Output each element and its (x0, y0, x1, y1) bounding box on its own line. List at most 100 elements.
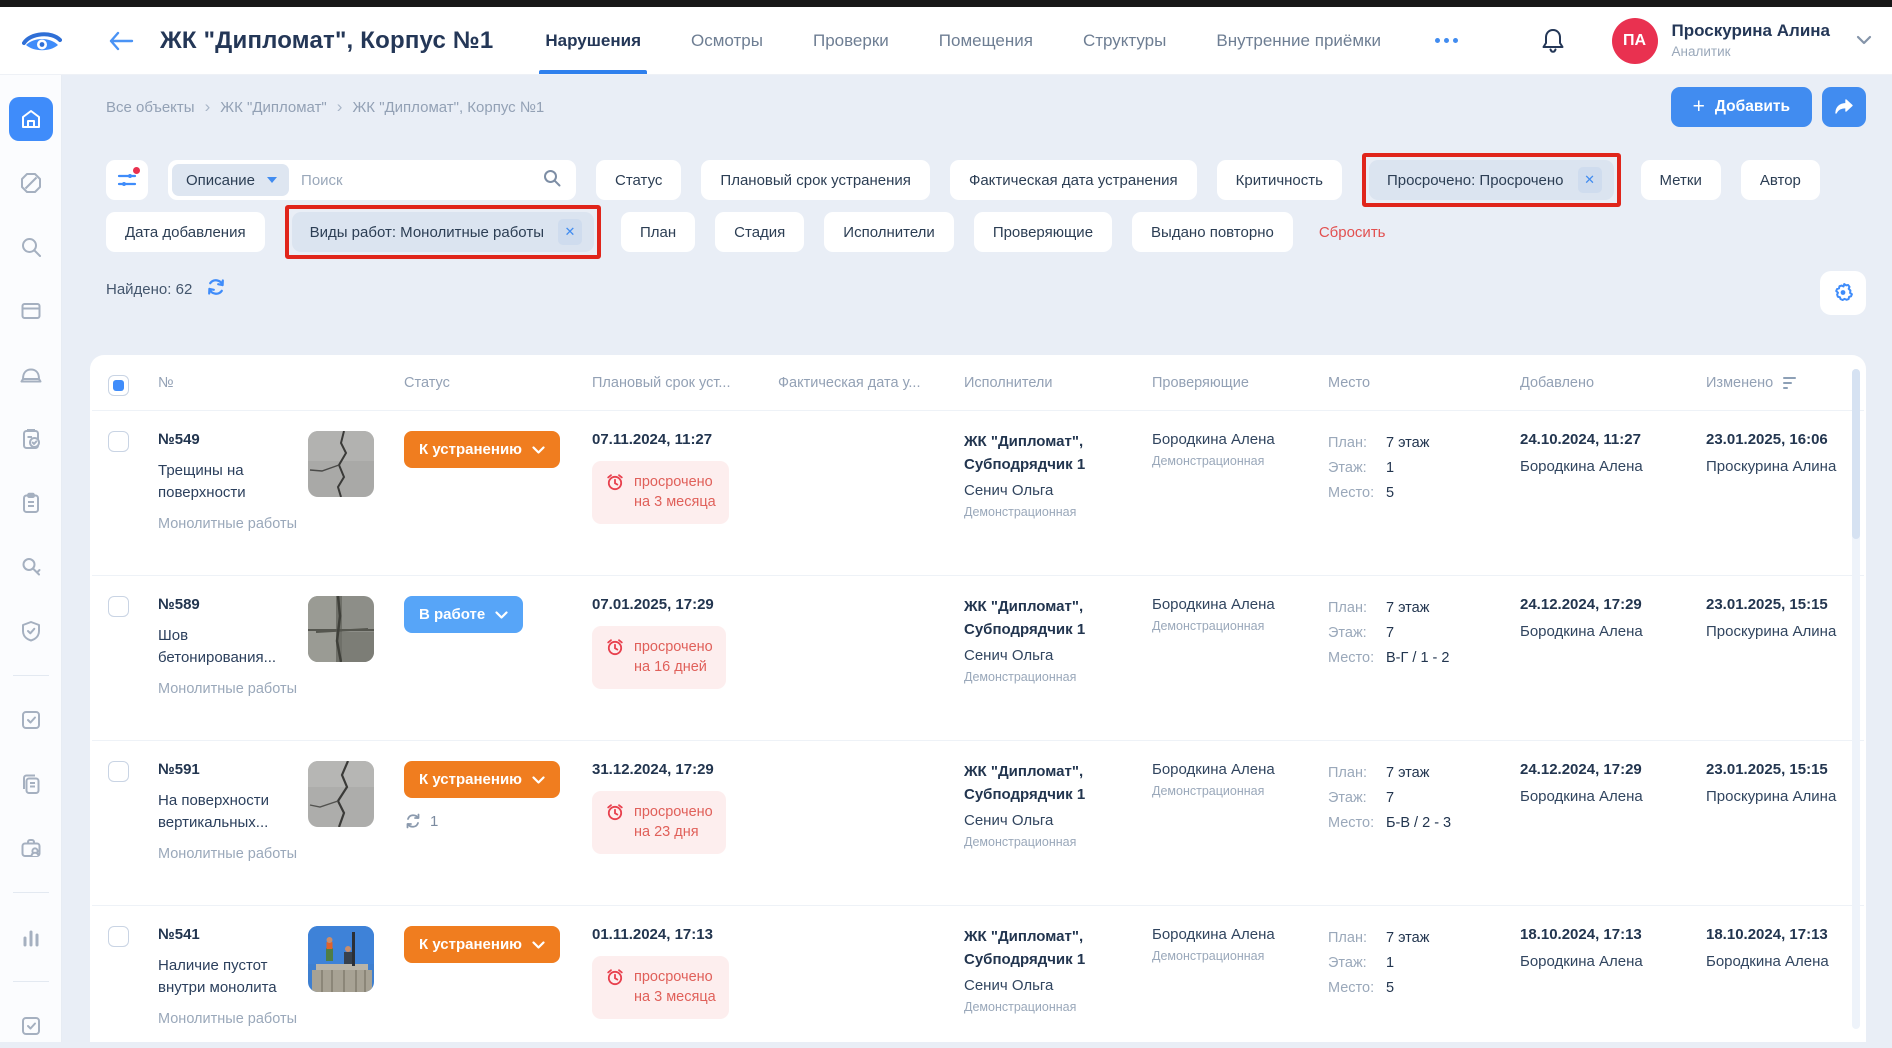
add-button[interactable]: Добавить (1671, 87, 1812, 127)
remove-filter-x-icon[interactable] (558, 219, 582, 245)
violation-number[interactable]: №541 (158, 926, 308, 943)
table-scrollbar-thumb[interactable] (1852, 369, 1860, 539)
filter-status-button[interactable]: Статус (596, 160, 681, 200)
more-tabs-ellipsis-icon[interactable] (1427, 30, 1466, 51)
table-row[interactable]: №591 На поверхности вертикальных... Моно… (92, 740, 1864, 905)
user-info[interactable]: Проскурина Алина Аналитик (1672, 20, 1831, 60)
executor-organization: ЖК "Дипломат", Субподрядчик 1 (964, 431, 1152, 476)
column-header-status[interactable]: Статус (404, 375, 592, 391)
filter-reissued-button[interactable]: Выдано повторно (1132, 212, 1293, 252)
filter-planned-date-button[interactable]: Плановый срок устранения (701, 160, 930, 200)
table-row[interactable]: №549 Трещины на поверхности Монолитные р… (92, 410, 1864, 575)
violation-title[interactable]: Шов бетонирования... (158, 625, 308, 669)
row-checkbox[interactable] (108, 596, 129, 617)
reset-filters-button[interactable]: Сбросить (1319, 224, 1386, 241)
column-header-changed[interactable]: Изменено (1706, 375, 1773, 391)
topbar-right-group: ПА Проскурина Алина Аналитик (1538, 18, 1873, 64)
breadcrumb-all-objects[interactable]: Все объекты (106, 99, 195, 116)
sidebar-item-home[interactable] (9, 97, 53, 141)
back-button[interactable] (104, 24, 138, 58)
column-header-executors[interactable]: Исполнители (964, 375, 1152, 391)
window-top-strip (0, 0, 1892, 7)
sidebar-item-inspection-check-icon[interactable] (9, 417, 53, 461)
search-icon[interactable] (542, 168, 562, 193)
breadcrumb-building[interactable]: ЖК "Дипломат", Корпус №1 (352, 99, 544, 116)
table-settings-gear-icon[interactable] (1820, 271, 1866, 315)
filter-criticality-button[interactable]: Критичность (1217, 160, 1342, 200)
user-menu-chevron-down-icon[interactable] (1856, 32, 1872, 50)
violation-number[interactable]: №549 (158, 431, 308, 448)
violation-photo-workers[interactable] (308, 926, 374, 992)
row-checkbox[interactable] (108, 431, 129, 452)
sort-descending-icon[interactable] (1783, 377, 1796, 390)
filter-actual-date-button[interactable]: Фактическая дата устранения (950, 160, 1197, 200)
column-header-place[interactable]: Место (1328, 375, 1520, 391)
sidebar-item-documents-copy-icon[interactable] (9, 762, 53, 806)
sidebar-item-task-check-2-icon[interactable] (9, 1004, 53, 1048)
tab-structures[interactable]: Структуры (1083, 7, 1166, 74)
sidebar-item-bar-chart-icon[interactable] (9, 915, 53, 959)
column-header-actual[interactable]: Фактическая дата у... (778, 375, 964, 391)
chevron-right-icon (337, 97, 343, 117)
status-dropdown-button[interactable]: К устранению (404, 926, 560, 963)
violation-photo-concrete-joint[interactable] (308, 596, 374, 662)
table-row[interactable]: №541 Наличие пустот внутри монолита Моно… (92, 905, 1864, 1042)
app-eye-logo[interactable] (22, 27, 62, 55)
search-category-dropdown[interactable]: Описание (172, 164, 289, 196)
filter-date-added-button[interactable]: Дата добавления (106, 212, 265, 252)
violation-title[interactable]: На поверхности вертикальных... (158, 790, 308, 834)
sidebar-item-task-check-icon[interactable] (9, 698, 53, 742)
violation-photo-crack[interactable] (308, 761, 374, 827)
executor-person: Сенич Ольга (964, 977, 1152, 994)
search-input[interactable] (289, 172, 542, 189)
violation-worktype: Монолитные работы (158, 1009, 308, 1029)
filter-stage-button[interactable]: Стадия (715, 212, 804, 252)
tab-internal-acceptances[interactable]: Внутренние приёмки (1216, 7, 1381, 74)
row-checkbox[interactable] (108, 926, 129, 947)
filter-labels-button[interactable]: Метки (1641, 160, 1721, 200)
notifications-bell-icon[interactable] (1538, 26, 1568, 56)
active-filter-chip-worktype[interactable]: Виды работ: Монолитные работы (292, 212, 594, 252)
select-all-checkbox[interactable] (108, 375, 129, 396)
sidebar-item-search-icon[interactable] (9, 225, 53, 269)
column-header-added[interactable]: Добавлено (1520, 375, 1706, 391)
filter-plan-button[interactable]: План (621, 212, 695, 252)
status-dropdown-button[interactable]: К устранению (404, 761, 560, 798)
column-header-reviewers[interactable]: Проверяющие (1152, 375, 1328, 391)
column-header-planned[interactable]: Плановый срок уст... (592, 375, 778, 391)
violation-number[interactable]: №589 (158, 596, 308, 613)
tab-inspections[interactable]: Осмотры (691, 7, 763, 74)
tab-premises[interactable]: Помещения (939, 7, 1033, 74)
share-button[interactable] (1822, 87, 1866, 127)
sidebar-item-clipboard-list-icon[interactable] (9, 481, 53, 525)
active-filter-chip-overdue[interactable]: Просрочено: Просрочено (1369, 160, 1614, 200)
reviewer-note: Демонстрационная (1152, 619, 1328, 633)
table-row[interactable]: №589 Шов бетонирования... Монолитные раб… (92, 575, 1864, 740)
violation-photo-crack[interactable] (308, 431, 374, 497)
tab-checks[interactable]: Проверки (813, 7, 889, 74)
sidebar-item-hardhat-icon[interactable] (9, 353, 53, 397)
column-header-number[interactable]: № (158, 375, 308, 391)
user-avatar[interactable]: ПА (1612, 18, 1658, 64)
filter-sliders-icon[interactable] (106, 160, 148, 200)
filter-author-button[interactable]: Автор (1741, 160, 1820, 200)
filter-reviewers-button[interactable]: Проверяющие (974, 212, 1112, 252)
breadcrumb-complex[interactable]: ЖК "Дипломат" (220, 99, 327, 116)
sidebar-item-briefcase-user-icon[interactable] (9, 826, 53, 870)
remove-filter-x-icon[interactable] (1578, 167, 1602, 193)
violation-title[interactable]: Наличие пустот внутри монолита (158, 955, 308, 999)
violation-number[interactable]: №591 (158, 761, 308, 778)
sidebar-item-shield-check-icon[interactable] (9, 609, 53, 653)
violation-title[interactable]: Трещины на поверхности (158, 460, 308, 504)
row-checkbox[interactable] (108, 761, 129, 782)
sidebar-item-restrictions-block-icon[interactable] (9, 161, 53, 205)
tab-violations[interactable]: Нарушения (545, 7, 641, 74)
status-label: К устранению (419, 441, 522, 458)
filter-executors-button[interactable]: Исполнители (824, 212, 954, 252)
sidebar-item-card-panel-icon[interactable] (9, 289, 53, 333)
sidebar-item-key-icon[interactable] (9, 545, 53, 589)
refresh-icon[interactable] (206, 277, 226, 301)
status-dropdown-button[interactable]: К устранению (404, 431, 560, 468)
planned-date: 07.01.2025, 17:29 (592, 596, 778, 613)
status-dropdown-button[interactable]: В работе (404, 596, 523, 633)
